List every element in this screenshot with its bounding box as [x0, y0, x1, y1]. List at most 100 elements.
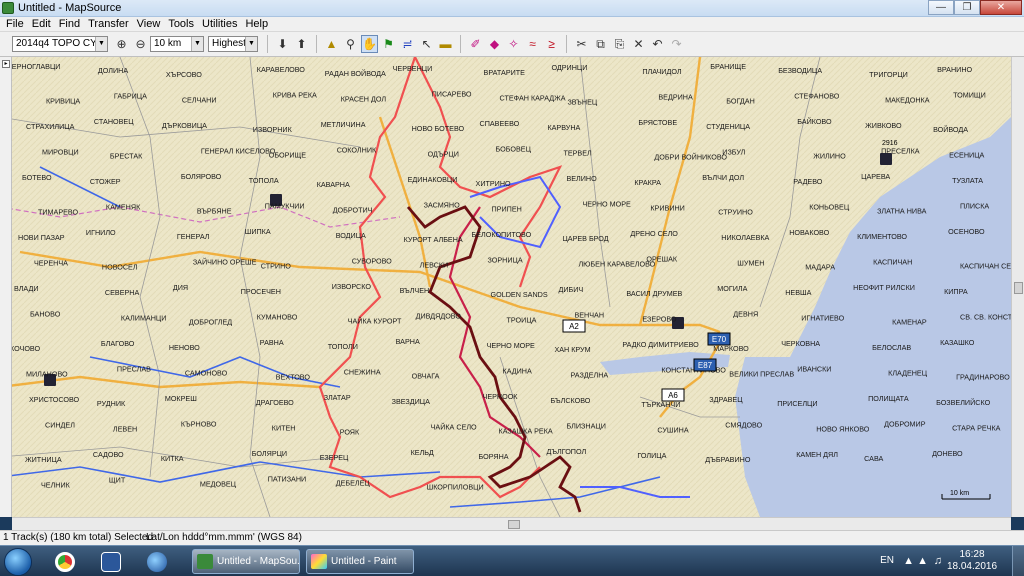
menu-utilities[interactable]: Utilities [200, 17, 243, 31]
scale-label: 10 km [950, 490, 969, 497]
selection-status: 1 Track(s) (180 km total) Selected [3, 532, 154, 543]
menu-help[interactable]: Help [243, 17, 274, 31]
place-label: БЕЛОСЛАВ [872, 343, 911, 352]
zoom-in-icon[interactable]: ⊕ [113, 35, 130, 53]
waypoint-tool-icon[interactable]: ⚑ [380, 35, 397, 53]
detail-level-value: Highest [212, 38, 246, 49]
place-label: ХРИСТОСОВО [29, 395, 80, 404]
place-label: ТУЗЛАТА [952, 176, 983, 185]
clock-time: 16:28 [959, 549, 985, 560]
place-label: ТОМИЩИ [953, 91, 986, 100]
elevation-label: 2916 [882, 140, 898, 147]
task-paint[interactable]: Untitled - Paint [306, 549, 414, 574]
maximize-button[interactable]: ❐ [954, 0, 980, 15]
selection-tool-icon[interactable]: ↖ [418, 35, 435, 53]
place-label: КЛИМЕНТОВО [857, 232, 907, 241]
place-label: НИКОЛАЕВКА [721, 233, 769, 242]
track-draw-icon[interactable]: ✐ [467, 35, 484, 53]
menu-transfer[interactable]: Transfer [86, 17, 135, 31]
copy-icon[interactable]: ⧉ [592, 35, 609, 53]
show-desktop-button[interactable] [1012, 546, 1024, 576]
place-label: ДОНЕВО [932, 449, 963, 458]
network-icon[interactable]: ▲ [917, 555, 928, 567]
expand-panel-icon[interactable]: ▸ [2, 60, 10, 68]
route-tool-icon[interactable]: ≓ [399, 35, 416, 53]
volume-icon[interactable]: ♫ [934, 555, 942, 567]
place-label: НОВИ ПАЗАР [18, 233, 65, 242]
task-paint-label: Untitled - Paint [331, 556, 397, 567]
place-label: ВЕЛИКИ ПРЕСЛАВ [729, 370, 794, 379]
place-label: БЛИЗНАЦИ [566, 422, 605, 431]
redo-icon[interactable]: ↷ [668, 35, 685, 53]
status-bar: 1 Track(s) (180 km total) Selected Lat/L… [0, 530, 1024, 545]
map-product-select[interactable]: 2014q4 TOPO CYR ▼ [12, 36, 108, 52]
place-label: ИГНИЛО [86, 228, 116, 237]
place-label: СУШИНА [657, 426, 688, 435]
menu-view[interactable]: View [135, 17, 167, 31]
place-label: ДЪРКОВИЦА [162, 121, 207, 130]
task-mapsource[interactable]: Untitled - MapSou... [192, 549, 300, 574]
place-label: ВЕХТОВО [276, 373, 311, 382]
delete-icon[interactable]: ✕ [630, 35, 647, 53]
detail-level-select[interactable]: Highest ▼ [208, 36, 258, 52]
toolbar-separator [316, 35, 317, 53]
place-label: КАЗАШКА РЕКА [499, 427, 553, 436]
vertical-scrollbar[interactable] [1011, 57, 1024, 517]
menu-tools[interactable]: Tools [166, 17, 200, 31]
place-label: ВЪРБЯНЕ [197, 207, 232, 216]
close-button[interactable]: ✕ [980, 0, 1022, 15]
hand-tool-icon[interactable]: ✋ [361, 35, 378, 53]
menu-edit[interactable]: Edit [30, 17, 57, 31]
chrome-icon[interactable] [46, 548, 84, 575]
zoom-tool-icon[interactable]: ⚲ [342, 35, 359, 53]
google-earth-icon[interactable] [138, 548, 176, 575]
place-label: КАМЕНЯК [106, 203, 141, 212]
place-label: ДЕВНЯ [733, 310, 758, 319]
place-label: МОКРЕШ [165, 394, 197, 403]
track-filter-icon[interactable]: ≥ [543, 35, 560, 53]
horizontal-scrollbar[interactable] [12, 517, 1011, 530]
receive-from-device-icon[interactable]: ⬇ [274, 35, 291, 53]
chevron-down-icon: ▼ [245, 37, 257, 51]
road-sign-label: A2 [569, 322, 579, 331]
zoom-scale-select[interactable]: 10 km ▼ [150, 36, 204, 52]
menu-find[interactable]: Find [57, 17, 86, 31]
place-label: ДЕБЕЛЕЦ [336, 479, 371, 488]
window-titlebar[interactable]: Untitled - MapSource — ❐ ✕ [0, 0, 1024, 17]
clock[interactable]: 16:28 18.04.2016 [942, 549, 1002, 573]
word-icon[interactable] [92, 548, 130, 575]
track-join-icon[interactable]: ≈ [524, 35, 541, 53]
send-to-device-icon[interactable]: ⬆ [293, 35, 310, 53]
map-tool-icon[interactable]: ▲ [323, 35, 340, 53]
scrollbar-thumb[interactable] [1014, 282, 1023, 294]
cut-icon[interactable]: ✂ [573, 35, 590, 53]
place-label: ЧЕРНООК [483, 392, 519, 401]
chevron-down-icon: ▼ [95, 37, 107, 51]
map-canvas[interactable]: ЧЕРНОГЛАВЦИ ДОЛИНА ХЪРСОВО КАРАВЕЛОВО РАДАН … [0, 57, 1024, 517]
undo-icon[interactable]: ↶ [649, 35, 666, 53]
place-label: КАЗАШКО [940, 338, 975, 347]
place-label: ЗЛАТНА НИВА [877, 207, 926, 216]
place-label: НОВАКОВО [789, 228, 829, 237]
show-hidden-icons-icon[interactable]: ▲ [903, 555, 914, 567]
minimize-button[interactable]: — [928, 0, 954, 15]
place-label: КОНЬОВЕЦ [809, 203, 850, 212]
start-button[interactable] [4, 548, 32, 576]
place-label: БОЗВЕЛИЙСКО [936, 398, 991, 407]
place-label: ПЛИСКА [960, 202, 989, 211]
paste-icon[interactable]: ⎘ [611, 35, 628, 53]
track-divide-icon[interactable]: ✧ [505, 35, 522, 53]
map-product-value: 2014q4 TOPO CYR [16, 38, 105, 49]
place-label: ТИМАРЕВО [38, 208, 78, 217]
zoom-out-icon[interactable]: ⊖ [132, 35, 149, 53]
menu-file[interactable]: File [4, 17, 30, 31]
place-label: СТАРА РЕЧКА [952, 424, 1001, 433]
place-label: КЛАДЕНЕЦ [888, 369, 928, 378]
map-view[interactable]: ЧЕРНОГЛАВЦИ ДОЛИНА ХЪРСОВО КАРАВЕЛОВО РАДАН … [0, 57, 1024, 517]
place-label: БАЙКОВО [797, 117, 832, 126]
language-indicator[interactable]: EN [880, 555, 894, 566]
place-label: КАРАВЕЛОВО [257, 65, 306, 74]
distance-tool-icon[interactable]: ▬ [437, 35, 454, 53]
scrollbar-thumb[interactable] [508, 520, 520, 529]
track-erase-icon[interactable]: ◆ [486, 35, 503, 53]
